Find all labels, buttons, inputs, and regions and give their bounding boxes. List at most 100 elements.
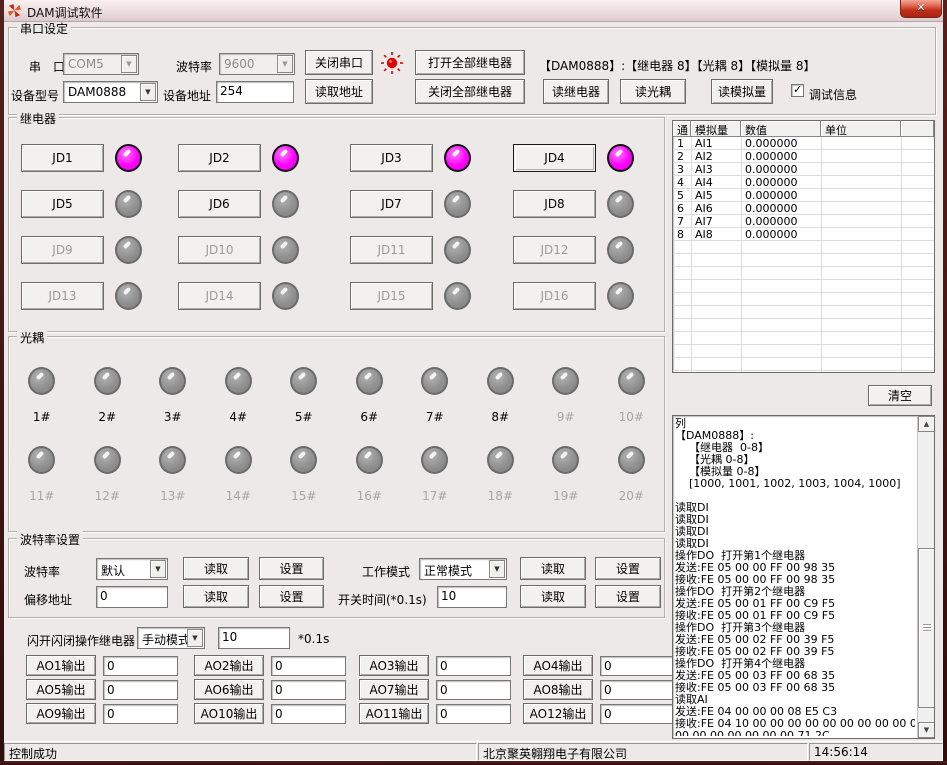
ao-output-button[interactable]: AO10输出 bbox=[194, 703, 264, 724]
relay-button[interactable]: JD15 bbox=[350, 282, 433, 310]
chevron-down-icon[interactable]: ▼ bbox=[140, 83, 156, 101]
ao-output-input[interactable]: 0 bbox=[436, 680, 511, 700]
read-opto-button[interactable]: 读光耦 bbox=[620, 79, 686, 104]
clear-log-button[interactable]: 清空 bbox=[868, 385, 932, 406]
workmode-set-button[interactable]: 设置 bbox=[595, 557, 661, 580]
scrollbar-thumb[interactable] bbox=[918, 548, 935, 708]
relay-button[interactable]: JD12 bbox=[513, 236, 596, 264]
relay-group-title: 继电器 bbox=[17, 110, 59, 127]
model-combo[interactable]: DAM0888 ▼ bbox=[63, 81, 158, 103]
chevron-down-icon[interactable]: ▼ bbox=[187, 629, 203, 647]
flash-operate-label: 闪开闪闭操作继电器 bbox=[27, 632, 135, 649]
switch-read-button[interactable]: 读取 bbox=[520, 585, 586, 608]
address-input[interactable]: 254 bbox=[216, 81, 294, 103]
close-all-relays-button[interactable]: 关闭全部继电器 bbox=[415, 79, 525, 104]
close-button[interactable]: ✕ bbox=[900, 0, 942, 18]
flash-time-input[interactable]: 10 bbox=[218, 627, 290, 649]
relay-button[interactable]: JD5 bbox=[21, 190, 104, 218]
ao-output-button[interactable]: AO1输出 bbox=[26, 655, 96, 676]
ao-output-input[interactable]: 0 bbox=[103, 680, 178, 700]
relay-button[interactable]: JD16 bbox=[513, 282, 596, 310]
ao-output-button[interactable]: AO5输出 bbox=[26, 679, 96, 700]
ao-cell: AO2输出 0 bbox=[194, 655, 359, 676]
cell-channel: 4 bbox=[673, 176, 691, 189]
baud-combo[interactable]: 9600 ▼ bbox=[219, 53, 295, 75]
ao-output-input[interactable]: 0 bbox=[600, 656, 675, 676]
ao-output-button[interactable]: AO2输出 bbox=[194, 655, 264, 676]
ao-output-input[interactable]: 0 bbox=[271, 704, 346, 724]
read-address-button[interactable]: 读取地址 bbox=[305, 79, 373, 104]
ao-output-input[interactable]: 0 bbox=[436, 704, 511, 724]
ao-output-button[interactable]: AO6输出 bbox=[194, 679, 264, 700]
ao-output-input[interactable]: 0 bbox=[600, 704, 675, 724]
relay-button[interactable]: JD13 bbox=[21, 282, 104, 310]
opto-cell: 20# bbox=[599, 446, 665, 503]
relay-button[interactable]: JD7 bbox=[350, 190, 433, 218]
port-combo[interactable]: COM5 ▼ bbox=[63, 53, 139, 75]
relay-button[interactable]: JD11 bbox=[350, 236, 433, 264]
workmode-label: 工作模式 bbox=[362, 563, 410, 580]
relay-button[interactable]: JD2 bbox=[178, 144, 261, 172]
read-analog-button[interactable]: 读模拟量 bbox=[711, 79, 773, 104]
baud-settings-group: 波特率设置 波特率 默认 ▼ 读取 设置 工作模式 正常模式 ▼ 读取 设置 偏… bbox=[8, 538, 665, 618]
ao-output-input[interactable]: 0 bbox=[103, 704, 178, 724]
relay-button[interactable]: JD10 bbox=[178, 236, 261, 264]
open-all-relays-button[interactable]: 打开全部继电器 bbox=[415, 50, 525, 75]
relay-button[interactable]: JD6 bbox=[178, 190, 261, 218]
baudrate-combo-value: 默认 bbox=[101, 562, 125, 579]
ao-output-button[interactable]: AO3输出 bbox=[359, 655, 429, 676]
device-info-text: 【DAM0888】:【继电器 8】【光耦 8】【模拟量 8】 bbox=[539, 57, 816, 74]
chevron-down-icon[interactable]: ▼ bbox=[150, 560, 166, 578]
ao-output-button[interactable]: AO8输出 bbox=[523, 679, 593, 700]
offset-set-button[interactable]: 设置 bbox=[259, 585, 324, 608]
ao-output-button[interactable]: AO7输出 bbox=[359, 679, 429, 700]
chevron-down-icon[interactable]: ▼ bbox=[121, 55, 137, 73]
offset-input[interactable]: 0 bbox=[96, 586, 168, 608]
opto-label: 13# bbox=[160, 489, 185, 503]
ao-output-input[interactable]: 0 bbox=[271, 680, 346, 700]
relay-button[interactable]: JD1 bbox=[21, 144, 104, 172]
table-row: 7 AI7 0.000000 bbox=[673, 215, 934, 228]
relay-button[interactable]: JD14 bbox=[178, 282, 261, 310]
relay-button[interactable]: JD3 bbox=[350, 144, 433, 172]
opto-led bbox=[290, 446, 317, 474]
ao-output-input[interactable]: 0 bbox=[271, 656, 346, 676]
relay-button[interactable]: JD9 bbox=[21, 236, 104, 264]
chevron-down-icon[interactable]: ▼ bbox=[489, 560, 505, 578]
ao-output-input[interactable]: 0 bbox=[436, 656, 511, 676]
relay-button[interactable]: JD4 bbox=[513, 144, 596, 172]
relay-cell: JD8 bbox=[513, 190, 658, 218]
switch-time-input[interactable]: 10 bbox=[437, 586, 507, 608]
model-label: 设备型号 bbox=[11, 87, 59, 104]
relay-cell: JD11 bbox=[350, 236, 513, 264]
read-relay-button[interactable]: 读继电器 bbox=[543, 79, 609, 104]
scroll-up-icon[interactable]: ▲ bbox=[918, 416, 935, 432]
relay-button[interactable]: JD8 bbox=[513, 190, 596, 218]
baudrate-combo[interactable]: 默认 ▼ bbox=[96, 558, 168, 580]
close-port-button[interactable]: 关闭串口 bbox=[305, 50, 373, 75]
ao-output-button[interactable]: AO11输出 bbox=[359, 703, 429, 724]
switch-set-button[interactable]: 设置 bbox=[595, 585, 661, 608]
chevron-down-icon[interactable]: ▼ bbox=[277, 55, 293, 73]
flash-mode-combo[interactable]: 手动模式 ▼ bbox=[137, 627, 205, 649]
cell-value: 0.000000 bbox=[741, 189, 821, 202]
workmode-combo[interactable]: 正常模式 ▼ bbox=[419, 558, 507, 580]
ao-output-input[interactable]: 0 bbox=[600, 680, 675, 700]
baud-set-button[interactable]: 设置 bbox=[259, 557, 324, 580]
offset-read-button[interactable]: 读取 bbox=[183, 585, 249, 608]
relay-led bbox=[607, 144, 634, 172]
debug-info-checkbox[interactable] bbox=[791, 84, 804, 97]
workmode-read-button[interactable]: 读取 bbox=[520, 557, 586, 580]
grid-line bbox=[901, 137, 902, 372]
scroll-down-icon[interactable]: ▼ bbox=[918, 722, 935, 738]
ao-output-button[interactable]: AO12输出 bbox=[523, 703, 593, 724]
baud-read-button[interactable]: 读取 bbox=[183, 557, 249, 580]
log-scrollbar[interactable]: ▲ ▼ bbox=[917, 416, 934, 738]
opto-cell: 11# bbox=[9, 446, 75, 503]
debug-log-box[interactable]: 列 【DAM0888】: 【继电器 0-8】 【光耦 0-8】 【模拟量 0-8… bbox=[672, 415, 935, 739]
ao-output-button[interactable]: AO9输出 bbox=[26, 703, 96, 724]
ao-output-input[interactable]: 0 bbox=[103, 656, 178, 676]
ao-output-button[interactable]: AO4输出 bbox=[523, 655, 593, 676]
opto-cell: 2# bbox=[75, 367, 141, 424]
title-bar[interactable]: DAM调试软件 ✕ bbox=[0, 0, 947, 22]
